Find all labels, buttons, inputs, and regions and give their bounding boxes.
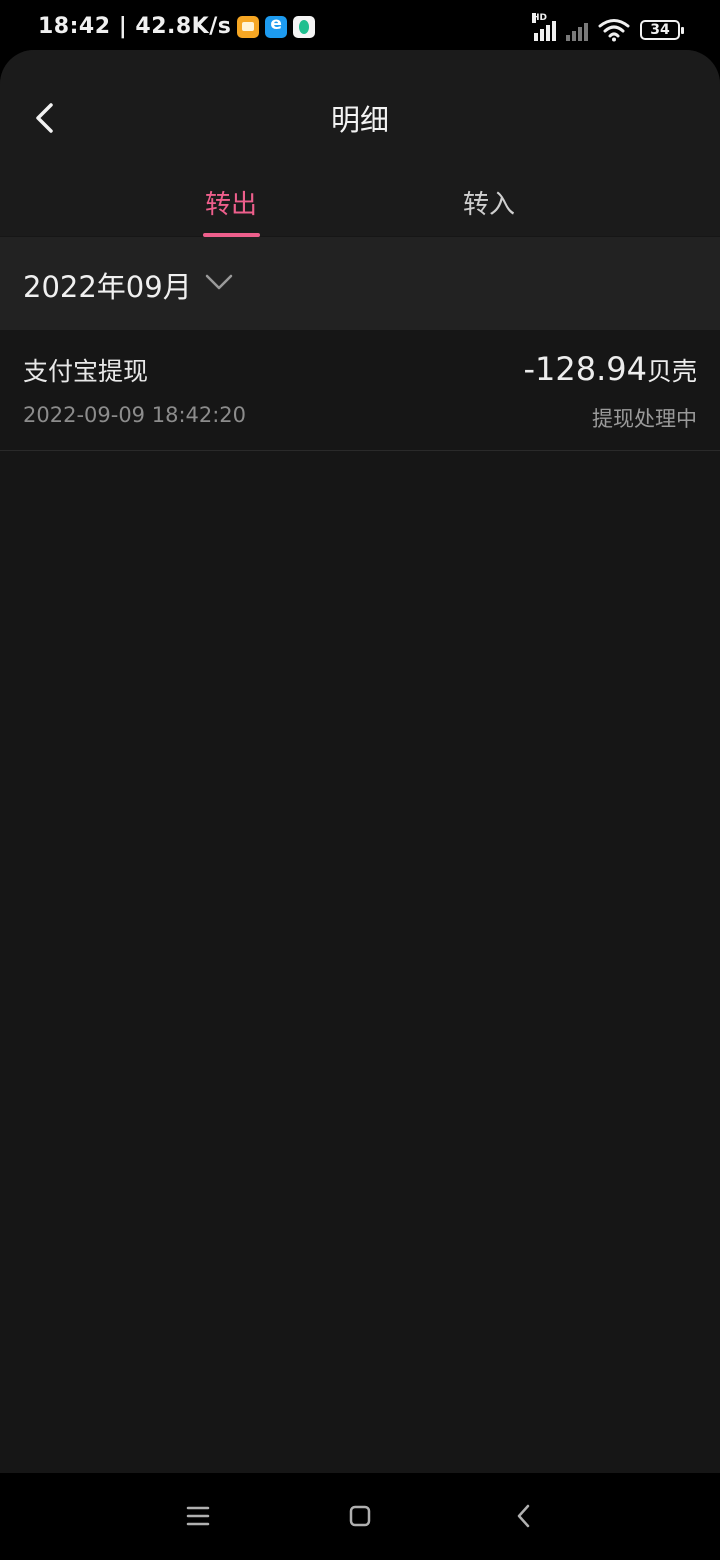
record-status: 提现处理中: [592, 407, 697, 431]
status-time: 18:42 | 42.8K/s: [38, 14, 232, 39]
nav-home-button[interactable]: [345, 1501, 375, 1531]
record-time: 2022-09-09 18:42:20: [23, 403, 247, 427]
record-amount-value: -128.94: [523, 350, 647, 388]
status-right: HD 34: [532, 13, 684, 42]
wifi-icon: [598, 19, 630, 42]
signal-icon: HD: [532, 13, 556, 41]
app-panel: 明细 转出 转入 2022年09月 支付宝提现 2022-09-09 18:42…: [0, 50, 720, 1473]
header: 明细 转出 转入: [0, 50, 720, 237]
square-icon: [349, 1505, 371, 1527]
record-title: 支付宝提现: [23, 357, 149, 386]
battery-level: 34: [650, 22, 670, 38]
signal-secondary-icon: [566, 19, 588, 41]
nav-menu-button[interactable]: [183, 1501, 213, 1531]
month-filter[interactable]: 2022年09月: [0, 237, 720, 330]
battery-icon: 34: [640, 20, 684, 40]
list-item[interactable]: 支付宝提现 2022-09-09 18:42:20 -128.94贝壳 提现处理…: [0, 330, 720, 451]
record-amount-unit: 贝壳: [646, 357, 697, 386]
nav-back-button[interactable]: [509, 1501, 539, 1531]
tab-in[interactable]: 转入: [419, 184, 559, 221]
record-amount: -128.94贝壳: [523, 350, 697, 388]
chevron-down-icon: [205, 274, 233, 290]
back-triangle-icon: [517, 1504, 530, 1528]
page-title: 明细: [330, 103, 389, 137]
drop-app-icon: [293, 15, 316, 38]
hd-label: HD: [532, 13, 548, 23]
menu-icon: [186, 1506, 210, 1526]
status-left: 18:42 | 42.8K/s: [38, 14, 316, 39]
month-label: 2022年09月: [23, 270, 192, 304]
browser-app-icon: [265, 14, 288, 38]
notes-app-icon: [237, 15, 260, 38]
tab-out[interactable]: 转出: [161, 184, 301, 221]
navigation-bar: [0, 1473, 720, 1560]
